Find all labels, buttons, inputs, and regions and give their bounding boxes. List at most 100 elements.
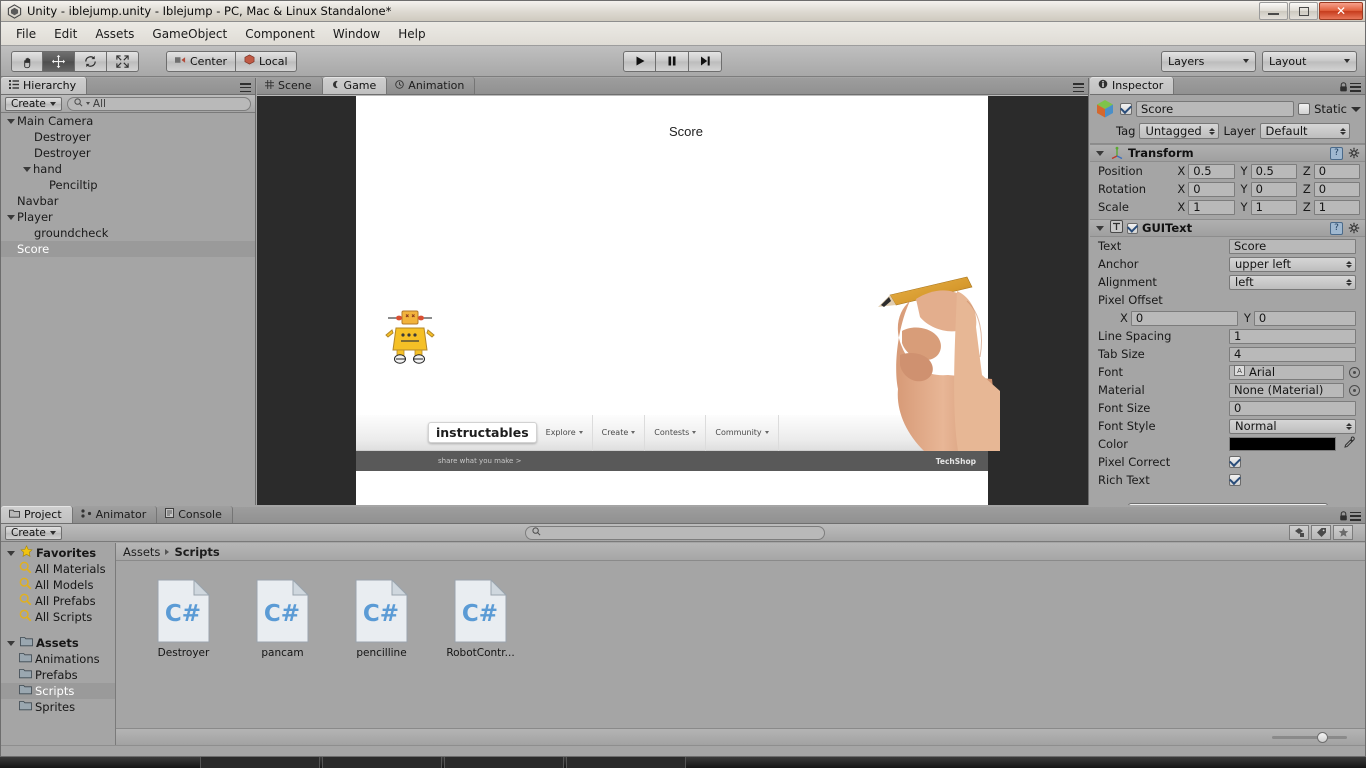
restore-button[interactable]	[1289, 2, 1318, 20]
icon-size-slider[interactable]	[1272, 731, 1347, 744]
foldout-icon[interactable]	[5, 116, 16, 127]
breadcrumb-assets[interactable]: Assets	[123, 545, 160, 559]
rotation-y-input[interactable]: 0	[1250, 181, 1297, 197]
favorites-star-icon[interactable]	[1333, 525, 1354, 540]
project-tree-all-materials[interactable]: All Materials	[1, 561, 115, 577]
project-tree-sprites[interactable]: Sprites	[1, 699, 115, 715]
asset-item[interactable]: C# pencilline	[344, 578, 419, 659]
position-y-input[interactable]: 0.5	[1250, 163, 1297, 179]
help-icon[interactable]: ?	[1330, 146, 1343, 160]
gameview-options[interactable]	[1073, 83, 1084, 92]
foldout-icon[interactable]	[5, 548, 16, 559]
font-style-dropdown[interactable]: Normal	[1229, 418, 1356, 434]
asset-item[interactable]: C# pancam	[245, 578, 320, 659]
pivot-mode-button[interactable]: Center	[166, 50, 237, 72]
tab-animator[interactable]: Animator	[72, 506, 158, 523]
game-canvas[interactable]: Score instructables Explore Create Conte…	[356, 96, 1000, 505]
tab-hierarchy[interactable]: Hierarchy	[1, 77, 88, 94]
taskbar-item[interactable]	[322, 757, 442, 768]
step-button[interactable]	[689, 50, 722, 72]
hierarchy-options[interactable]	[240, 83, 251, 92]
slider-knob[interactable]	[1317, 731, 1328, 743]
project-tree-scripts[interactable]: Scripts	[1, 683, 115, 699]
tab-game[interactable]: Game	[322, 77, 388, 94]
static-dropdown-icon[interactable]	[1351, 106, 1361, 112]
project-tree-assets[interactable]: Assets	[1, 635, 115, 651]
taskbar-item[interactable]	[444, 757, 564, 768]
hierarchy-item-groundcheck[interactable]: groundcheck	[1, 225, 255, 241]
tab-inspector[interactable]: Inspector	[1090, 77, 1175, 94]
project-tree-prefabs[interactable]: Prefabs	[1, 667, 115, 683]
guitext-component-header[interactable]: GUIText ?	[1090, 219, 1365, 237]
gear-icon[interactable]	[1348, 222, 1361, 235]
layout-dropdown[interactable]: Layout	[1262, 50, 1357, 72]
menu-component[interactable]: Component	[236, 24, 324, 44]
panel-menu-icon[interactable]	[1073, 83, 1084, 92]
tab-project[interactable]: Project	[1, 506, 73, 523]
rich-text-checkbox[interactable]	[1229, 474, 1241, 486]
foldout-icon[interactable]	[1094, 223, 1105, 234]
foldout-icon[interactable]	[5, 212, 16, 223]
filter-by-label-icon[interactable]	[1311, 525, 1332, 540]
project-content-area[interactable]: Assets Scripts C# Destroyer C# pancam C#…	[116, 543, 1365, 745]
static-checkbox[interactable]	[1298, 103, 1311, 115]
taskbar-item[interactable]	[566, 757, 686, 768]
add-component-button[interactable]: Add Component	[1127, 503, 1328, 505]
minimize-button[interactable]	[1259, 2, 1288, 20]
menu-window[interactable]: Window	[324, 24, 389, 44]
game-render-area[interactable]: Score instructables Explore Create Conte…	[257, 96, 1088, 505]
guitext-enabled-checkbox[interactable]	[1127, 222, 1138, 234]
asset-item[interactable]: C# RobotContr...	[443, 578, 518, 659]
pivot-rotation-button[interactable]: Local	[236, 50, 297, 72]
tab-scene[interactable]: Scene	[257, 77, 323, 94]
gear-icon[interactable]	[1348, 147, 1361, 160]
tab-console[interactable]: Console	[157, 506, 233, 523]
project-options[interactable]	[1339, 511, 1361, 521]
position-x-input[interactable]: 0.5	[1188, 163, 1235, 179]
project-tree-all-scripts[interactable]: All Scripts	[1, 609, 115, 625]
font-object-field[interactable]: A Arial	[1229, 364, 1344, 380]
play-button[interactable]	[623, 50, 656, 72]
inspector-options[interactable]	[1339, 82, 1361, 92]
panel-menu-icon[interactable]	[1350, 82, 1361, 92]
hand-tool-button[interactable]	[11, 50, 43, 72]
layer-dropdown[interactable]: Default	[1259, 123, 1350, 139]
menu-assets[interactable]: Assets	[86, 24, 143, 44]
project-create-button[interactable]: Create	[5, 525, 62, 540]
project-tree-animations[interactable]: Animations	[1, 651, 115, 667]
foldout-icon[interactable]	[5, 638, 16, 649]
font-picker-icon[interactable]	[1349, 366, 1360, 378]
hierarchy-search-input[interactable]: All	[66, 96, 251, 111]
filter-by-type-icon[interactable]	[1289, 525, 1310, 540]
pause-button[interactable]	[656, 50, 689, 72]
close-button[interactable]: ✕	[1319, 2, 1363, 20]
gameobject-enabled-checkbox[interactable]	[1120, 103, 1132, 115]
pixel-offset-y-input[interactable]: 0	[1253, 310, 1356, 326]
scale-z-input[interactable]: 1	[1313, 199, 1360, 215]
transform-component-header[interactable]: Transform ?	[1090, 144, 1365, 162]
material-picker-icon[interactable]	[1349, 384, 1360, 396]
hierarchy-item-score[interactable]: Score	[1, 241, 255, 257]
project-tree-all-prefabs[interactable]: All Prefabs	[1, 593, 115, 609]
panel-menu-icon[interactable]	[240, 83, 251, 92]
menu-help[interactable]: Help	[389, 24, 434, 44]
asset-item[interactable]: C# Destroyer	[146, 578, 221, 659]
gameobject-name-input[interactable]: Score	[1136, 101, 1295, 117]
position-z-input[interactable]: 0	[1313, 163, 1360, 179]
title-bar[interactable]: Unity - iblejump.unity - Iblejump - PC, …	[1, 1, 1365, 22]
rotate-tool-button[interactable]	[75, 50, 107, 72]
windows-taskbar[interactable]	[0, 757, 1366, 768]
menu-edit[interactable]: Edit	[45, 24, 86, 44]
layers-dropdown[interactable]: Layers	[1161, 50, 1256, 72]
project-tree-favorites[interactable]: Favorites	[1, 545, 115, 561]
tag-dropdown[interactable]: Untagged	[1139, 123, 1220, 139]
scale-tool-button[interactable]	[107, 50, 139, 72]
scale-y-input[interactable]: 1	[1250, 199, 1297, 215]
hierarchy-item-hand[interactable]: hand	[1, 161, 255, 177]
anchor-dropdown[interactable]: upper left	[1229, 256, 1356, 272]
panel-menu-icon[interactable]	[1350, 511, 1361, 521]
tab-animation[interactable]: Animation	[387, 77, 476, 94]
project-search-input[interactable]	[525, 525, 826, 540]
rotation-z-input[interactable]: 0	[1313, 181, 1360, 197]
project-tree-all-models[interactable]: All Models	[1, 577, 115, 593]
